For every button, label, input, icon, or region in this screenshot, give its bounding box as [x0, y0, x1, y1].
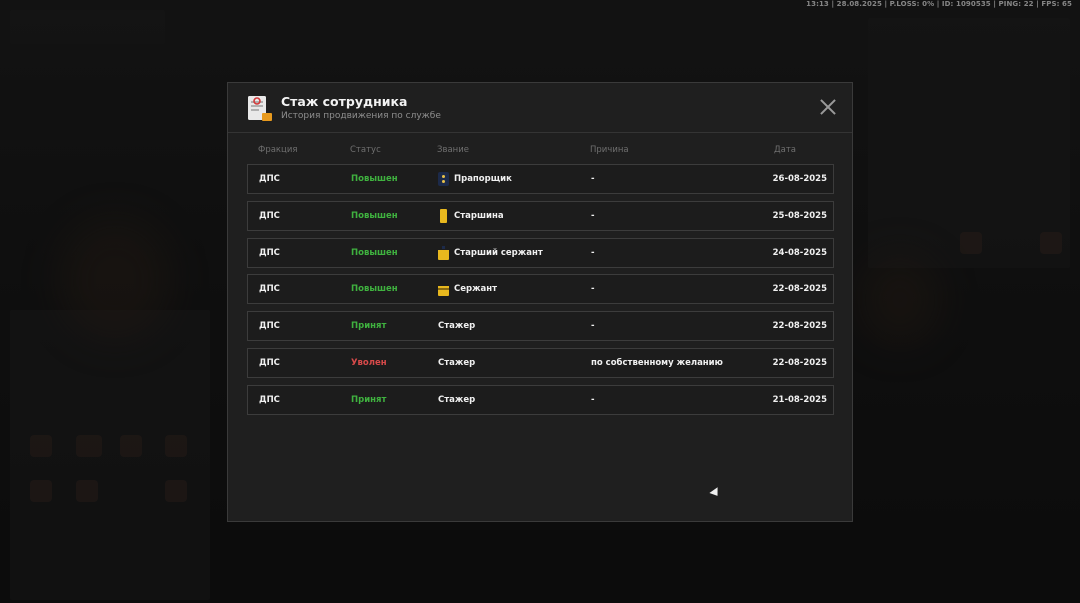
rank-label: Старшина — [454, 210, 504, 221]
table-row: ДПС Повышен Сержант - 22-08-2025 — [247, 274, 834, 305]
status-cell: Повышен — [351, 247, 398, 258]
modal-header: Стаж сотрудника История продвижения по с… — [228, 83, 852, 133]
status-cell: Повышен — [351, 174, 398, 184]
rank-label: Сержант — [454, 284, 498, 295]
status-cell: Уволен — [351, 357, 387, 368]
date-cell: 21-08-2025 — [772, 394, 827, 405]
table-row: ДПС Принят Стажер - 22-08-2025 — [247, 311, 834, 342]
table-row: ДПС Повышен Прапорщик - 26-08-2025 — [247, 164, 834, 194]
faction-cell: ДПС — [259, 247, 280, 258]
rank-cell: Прапорщик — [438, 165, 512, 193]
reason-cell: - — [591, 210, 595, 221]
date-cell: 25-08-2025 — [772, 210, 827, 221]
reason-cell: - — [591, 247, 595, 258]
column-header-faction: Фракция — [258, 145, 298, 155]
reason-cell: - — [591, 321, 595, 332]
status-cell: Повышен — [351, 284, 398, 295]
date-cell: 26-08-2025 — [772, 174, 827, 184]
rank-cell: Стажер — [438, 349, 475, 377]
faction-cell: ДПС — [259, 357, 280, 368]
date-cell: 22-08-2025 — [772, 284, 827, 295]
rank-label: Стажер — [438, 394, 476, 405]
column-header-status: Статус — [350, 145, 381, 155]
praporshchik-insignia-icon — [438, 172, 449, 186]
date-cell: 22-08-2025 — [772, 357, 827, 368]
service-history-modal: Стаж сотрудника История продвижения по с… — [227, 82, 853, 522]
faction-cell: ДПС — [259, 394, 280, 405]
table-row: ДПС Повышен Старшина - 25-08-2025 — [247, 200, 834, 231]
status-cell: Повышен — [351, 210, 398, 221]
column-header-rank: Звание — [437, 145, 469, 155]
faction-cell: ДПС — [259, 284, 280, 295]
senior-sergeant-insignia-icon — [438, 245, 449, 260]
column-header-date: Дата — [774, 145, 797, 155]
rank-cell: Старший сержант — [438, 239, 543, 267]
rank-label: Стажер — [438, 321, 476, 332]
document-icon — [248, 96, 272, 121]
faction-cell: ДПС — [259, 321, 280, 332]
date-cell: 22-08-2025 — [772, 321, 827, 332]
faction-cell: ДПС — [259, 210, 280, 221]
reason-cell: - — [591, 174, 595, 184]
date-cell: 24-08-2025 — [772, 247, 827, 258]
rank-cell: Стажер — [438, 386, 475, 414]
rank-cell: Сержант — [438, 275, 497, 303]
reason-cell: - — [591, 394, 595, 405]
rank-cell: Стажер — [438, 312, 475, 340]
table-row: ДПС Повышен Старший сержант - 24-08-2025 — [247, 237, 834, 268]
status-cell: Принят — [351, 321, 387, 332]
sergeant-insignia-icon — [438, 282, 449, 297]
column-header-reason: Причина — [590, 145, 629, 155]
reason-cell: - — [591, 284, 595, 295]
modal-title: Стаж сотрудника — [281, 94, 408, 109]
reason-cell: по собственному желанию — [591, 357, 723, 368]
rank-label: Старший сержант — [454, 247, 543, 258]
rank-label: Стажер — [438, 357, 476, 368]
starshina-insignia-icon — [440, 208, 447, 223]
rank-cell: Старшина — [438, 202, 504, 230]
modal-subtitle: История продвижения по службе — [281, 111, 441, 121]
close-icon[interactable] — [820, 99, 836, 115]
history-table: ДПС Повышен Прапорщик - 26-08-2025 ДПС П… — [247, 164, 834, 422]
rank-label: Прапорщик — [454, 174, 512, 184]
status-cell: Принят — [351, 394, 387, 405]
faction-cell: ДПС — [259, 174, 280, 184]
table-row: ДПС Уволен Стажер по собственному желани… — [247, 347, 834, 378]
table-row: ДПС Принят Стажер - 21-08-2025 — [247, 384, 834, 415]
